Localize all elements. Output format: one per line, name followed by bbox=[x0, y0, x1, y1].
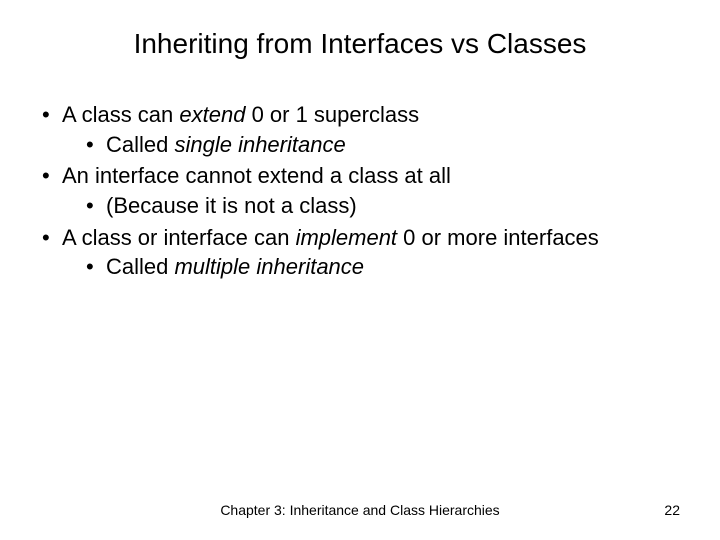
sub-bullet-list: Called single inheritance bbox=[62, 130, 680, 160]
bullet-item: A class can extend 0 or 1 superclass Cal… bbox=[40, 100, 680, 159]
footer-text: Chapter 3: Inheritance and Class Hierarc… bbox=[0, 502, 720, 518]
sub-bullet-item: (Because it is not a class) bbox=[84, 191, 680, 221]
bullet-em: single inheritance bbox=[174, 132, 345, 157]
bullet-text: (Because it is not a class) bbox=[106, 193, 357, 218]
bullet-text: A class can bbox=[62, 102, 179, 127]
bullet-em: extend bbox=[179, 102, 245, 127]
bullet-text: 0 or more interfaces bbox=[397, 225, 599, 250]
bullet-text: A class or interface can bbox=[62, 225, 296, 250]
bullet-text: 0 or 1 superclass bbox=[245, 102, 419, 127]
sub-bullet-list: (Because it is not a class) bbox=[62, 191, 680, 221]
sub-bullet-item: Called multiple inheritance bbox=[84, 252, 680, 282]
bullet-em: multiple inheritance bbox=[174, 254, 364, 279]
slide: Inheriting from Interfaces vs Classes A … bbox=[0, 0, 720, 540]
bullet-text: An interface cannot extend a class at al… bbox=[62, 163, 451, 188]
bullet-text: Called bbox=[106, 132, 174, 157]
sub-bullet-list: Called multiple inheritance bbox=[62, 252, 680, 282]
page-number: 22 bbox=[664, 502, 680, 518]
bullet-em: implement bbox=[296, 225, 397, 250]
sub-bullet-item: Called single inheritance bbox=[84, 130, 680, 160]
bullet-list: A class can extend 0 or 1 superclass Cal… bbox=[40, 100, 680, 282]
slide-title: Inheriting from Interfaces vs Classes bbox=[40, 28, 680, 60]
bullet-item: An interface cannot extend a class at al… bbox=[40, 161, 680, 220]
bullet-item: A class or interface can implement 0 or … bbox=[40, 223, 680, 282]
bullet-text: Called bbox=[106, 254, 174, 279]
